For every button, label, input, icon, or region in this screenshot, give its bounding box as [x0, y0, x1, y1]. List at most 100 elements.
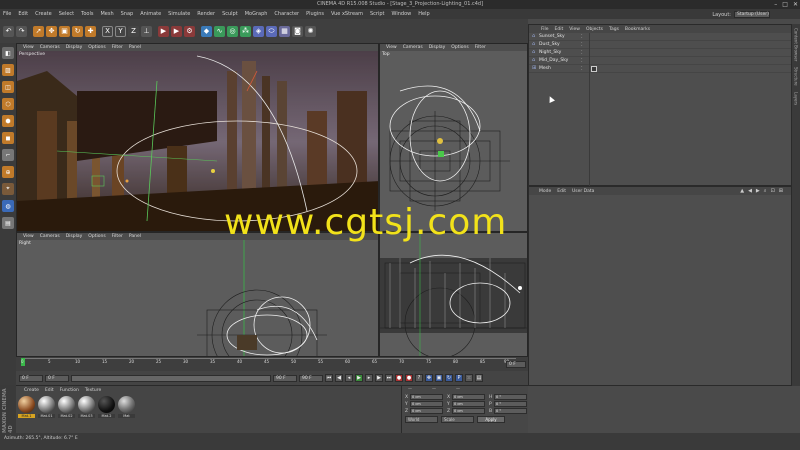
- record-icon[interactable]: ●: [395, 374, 403, 382]
- minimize-icon[interactable]: –: [774, 0, 777, 9]
- menu-snap[interactable]: Snap: [121, 11, 134, 17]
- material-swatch[interactable]: Mat: [118, 396, 135, 418]
- forward-arrow-icon[interactable]: ▶: [756, 188, 760, 194]
- om-bookmarks-menu[interactable]: Bookmarks: [625, 27, 650, 32]
- vp-filter-menu[interactable]: Filter: [112, 45, 123, 50]
- om-file-menu[interactable]: File: [541, 27, 549, 32]
- autokey-icon[interactable]: ●: [405, 374, 413, 382]
- menu-plugins[interactable]: Plugins: [306, 11, 324, 17]
- timeline-end-field[interactable]: 0 F: [506, 361, 526, 368]
- vp-view-menu[interactable]: View: [386, 45, 397, 50]
- menu-vue-xstream[interactable]: Vue xStream: [331, 11, 363, 17]
- close-icon[interactable]: ✕: [793, 0, 798, 9]
- am-mode-menu[interactable]: Mode: [539, 189, 551, 194]
- visibility-dots[interactable]: ⁚: [581, 42, 584, 48]
- render-settings-icon[interactable]: ⚙: [184, 25, 195, 37]
- mm-function-menu[interactable]: Function: [60, 388, 79, 393]
- om-objects-menu[interactable]: Objects: [586, 27, 603, 32]
- lock-workplane-icon[interactable]: ▤: [2, 217, 14, 229]
- add-object-icon[interactable]: ✚: [85, 25, 96, 37]
- position-z-field[interactable]: 0 cm: [410, 408, 443, 414]
- timeline[interactable]: 0 5 10 15 20 25 30 35 40 45 50 55 60 65 …: [16, 357, 528, 371]
- vp-display-menu[interactable]: Display: [429, 45, 446, 50]
- scene-icon[interactable]: ⬭: [266, 25, 277, 37]
- object-row[interactable]: ⌂ Night_Sky ⁚: [529, 49, 791, 57]
- current-frame-field[interactable]: 0 F: [19, 374, 43, 382]
- point-mode-icon[interactable]: ⬡: [2, 98, 14, 110]
- object-row[interactable]: ⌂ Mid_Day_Sky ⁚: [529, 57, 791, 65]
- vp-options-menu[interactable]: Options: [88, 234, 105, 239]
- menu-file[interactable]: File: [3, 11, 11, 17]
- model-mode-icon[interactable]: ◧: [2, 47, 14, 59]
- om-edit-menu[interactable]: Edit: [555, 27, 564, 32]
- menu-animate[interactable]: Animate: [140, 11, 161, 17]
- menu-character[interactable]: Character: [274, 11, 299, 17]
- position-key-icon[interactable]: ✥: [425, 374, 433, 382]
- max-frame-field[interactable]: 90 F: [299, 374, 323, 382]
- object-row[interactable]: ⌂ Dust_Sky ⁚: [529, 41, 791, 49]
- vp-options-menu[interactable]: Options: [88, 45, 105, 50]
- go-to-end-icon[interactable]: ⏭: [385, 374, 393, 382]
- material-swatch[interactable]: Mat.2: [98, 396, 115, 418]
- menu-create[interactable]: Create: [35, 11, 52, 17]
- vp-options-menu[interactable]: Options: [451, 45, 468, 50]
- apply-button[interactable]: Apply: [477, 416, 505, 423]
- parameter-key-icon[interactable]: P: [455, 374, 463, 382]
- vp-filter-menu[interactable]: Filter: [475, 45, 486, 50]
- position-y-field[interactable]: 0 cm: [410, 401, 443, 407]
- tab-layers[interactable]: Layers: [794, 92, 799, 105]
- visibility-dots[interactable]: ⁚: [581, 50, 584, 56]
- back-arrow-icon[interactable]: ◀: [748, 188, 752, 194]
- mm-create-menu[interactable]: Create: [24, 388, 39, 393]
- array-icon[interactable]: ⁂: [240, 25, 251, 37]
- menu-help[interactable]: Help: [418, 11, 429, 17]
- polygon-mode-icon[interactable]: ◼: [2, 132, 14, 144]
- vp-view-menu[interactable]: View: [23, 45, 34, 50]
- size-z-field[interactable]: 0 cm: [452, 408, 485, 414]
- tweak-icon[interactable]: ⊕: [2, 166, 14, 178]
- cube-icon[interactable]: ◆: [201, 25, 212, 37]
- nurbs-icon[interactable]: ◎: [227, 25, 238, 37]
- visibility-dots[interactable]: ⁚: [581, 66, 584, 72]
- am-user-data-menu[interactable]: User Data: [572, 189, 594, 194]
- viewport-right[interactable]: View Cameras Display Options Filter Pane…: [16, 232, 379, 357]
- vp-panel-menu[interactable]: Panel: [129, 234, 141, 239]
- live-select-icon[interactable]: ➚: [33, 25, 44, 37]
- start-frame-field[interactable]: 0 F: [45, 374, 69, 382]
- scale-key-icon[interactable]: ▣: [435, 374, 443, 382]
- vp-cameras-menu[interactable]: Cameras: [40, 45, 60, 50]
- render-picture-viewer-icon[interactable]: ▶: [171, 25, 182, 37]
- x-axis-icon[interactable]: X: [102, 25, 113, 37]
- maximize-icon[interactable]: □: [782, 0, 788, 9]
- sculpt-icon[interactable]: ◍: [2, 200, 14, 212]
- menu-window[interactable]: Window: [392, 11, 412, 17]
- size-x-field[interactable]: 0 cm: [452, 394, 485, 400]
- lock-icon[interactable]: ⊡: [771, 188, 775, 194]
- scale-mode-dropdown[interactable]: Scale: [441, 416, 474, 423]
- menu-sculpt[interactable]: Sculpt: [222, 11, 238, 17]
- coordinate-mode-dropdown[interactable]: World: [405, 416, 438, 423]
- menu-mesh[interactable]: Mesh: [100, 11, 113, 17]
- rotate-icon[interactable]: ↻: [72, 25, 83, 37]
- menu-simulate[interactable]: Simulate: [168, 11, 190, 17]
- rotation-p-field[interactable]: 0 °: [494, 401, 527, 407]
- material-swatch[interactable]: Mat.1: [18, 396, 35, 418]
- vp-display-menu[interactable]: Display: [66, 234, 83, 239]
- scale-icon[interactable]: ▣: [59, 25, 70, 37]
- timeline-ruler[interactable]: 0 5 10 15 20 25 30 35 40 45 50 55 60 65 …: [21, 358, 516, 366]
- point-level-icon[interactable]: ⁙: [465, 374, 473, 382]
- tab-structure[interactable]: Structure: [794, 67, 799, 86]
- frame-range-slider[interactable]: [71, 374, 271, 382]
- rotation-h-field[interactable]: 0 °: [494, 394, 527, 400]
- end-frame-field[interactable]: 90 F: [273, 374, 297, 382]
- up-arrow-icon[interactable]: ▲: [740, 188, 744, 194]
- coordinate-system-icon[interactable]: ⊥: [141, 25, 152, 37]
- undo-icon[interactable]: ↶: [3, 25, 14, 37]
- position-x-field[interactable]: 0 cm: [410, 394, 443, 400]
- menu-render[interactable]: Render: [197, 11, 215, 17]
- search-icon[interactable]: ⌕: [764, 188, 767, 194]
- object-row[interactable]: ⌂ Sunset_Sky ⁚: [529, 33, 791, 41]
- rotation-b-field[interactable]: 0 °: [494, 408, 527, 414]
- y-axis-icon[interactable]: Y: [115, 25, 126, 37]
- z-axis-icon[interactable]: Z: [128, 25, 139, 37]
